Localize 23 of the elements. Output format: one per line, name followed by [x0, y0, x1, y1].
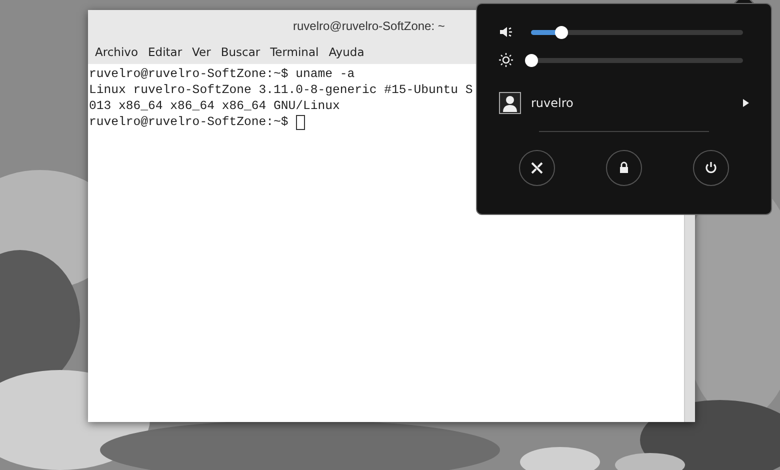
- terminal-line: 013 x86_64 x86_64 x86_64 GNU/Linux: [89, 98, 340, 114]
- volume-icon: [499, 25, 513, 39]
- settings-button[interactable]: [519, 150, 555, 186]
- power-icon: [703, 160, 719, 176]
- menu-item[interactable]: Editar: [143, 44, 188, 62]
- menu-item[interactable]: Ayuda: [324, 44, 370, 62]
- slider-thumb[interactable]: [554, 26, 568, 38]
- menu-item[interactable]: Buscar: [216, 44, 266, 62]
- menu-item[interactable]: Terminal: [265, 44, 324, 62]
- brightness-icon: [499, 53, 513, 67]
- lock-button[interactable]: [606, 150, 642, 186]
- menu-item[interactable]: Archivo: [90, 44, 143, 62]
- user-name[interactable]: ruvelro: [531, 94, 733, 112]
- submenu-arrow-icon: [743, 99, 749, 107]
- tools-icon: [529, 160, 545, 176]
- terminal-line: Linux ruvelro-SoftZone 3.11.0-8-generic #15-Ubuntu S: [89, 82, 473, 98]
- terminal-line: ruvelro@ruvelro-SoftZone:~$ uname -a: [89, 66, 355, 82]
- terminal-line: ruvelro@ruvelro-SoftZone:~$: [89, 114, 290, 130]
- power-button[interactable]: [693, 150, 729, 186]
- menu-item[interactable]: Ver: [187, 44, 216, 62]
- window-title: ruvelro@ruvelro-SoftZone: ~: [293, 18, 445, 35]
- slider-thumb[interactable]: [525, 54, 538, 66]
- user-avatar-icon: [499, 92, 521, 114]
